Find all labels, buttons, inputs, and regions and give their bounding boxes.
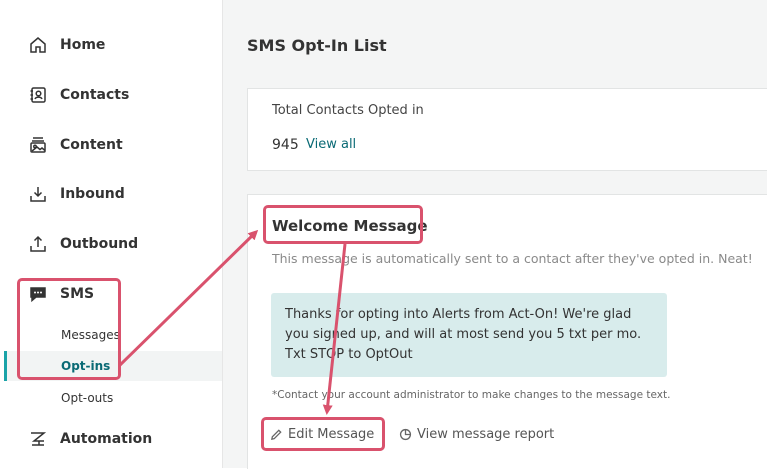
sms-subitem-messages[interactable]: Messages bbox=[4, 320, 222, 350]
content-icon bbox=[30, 137, 46, 153]
main-panel: SMS Opt-In List Total Contacts Opted in … bbox=[223, 0, 767, 469]
view-all-link[interactable]: View all bbox=[306, 137, 356, 152]
total-opted-in-label: Total Contacts Opted in bbox=[272, 103, 424, 118]
nav-automation[interactable]: Automation bbox=[28, 429, 152, 449]
home-icon bbox=[30, 37, 46, 53]
nav-home[interactable]: Home bbox=[28, 35, 105, 55]
welcome-message-card: Welcome Message This message is automati… bbox=[247, 194, 767, 469]
pencil-icon bbox=[271, 429, 282, 440]
automation-icon bbox=[31, 432, 47, 446]
nav-contacts[interactable]: Contacts bbox=[28, 85, 129, 105]
page-title: SMS Opt-In List bbox=[247, 36, 387, 55]
admin-note: *Contact your account administrator to m… bbox=[272, 389, 671, 401]
nav-sms-label: SMS bbox=[60, 286, 95, 302]
sms-icon bbox=[30, 287, 46, 303]
sms-subitem-opt-outs[interactable]: Opt-outs bbox=[4, 383, 222, 413]
nav-automation-label: Automation bbox=[60, 431, 153, 447]
sms-subitem-opt-ins[interactable]: Opt-ins bbox=[4, 351, 222, 381]
nav-sms[interactable]: SMS bbox=[28, 284, 94, 304]
pie-chart-icon bbox=[399, 428, 412, 441]
view-message-report-link[interactable]: View message report bbox=[399, 427, 554, 442]
nav-content-label: Content bbox=[60, 137, 123, 153]
sms-subitem-opt-ins-label: Opt-ins bbox=[61, 359, 111, 373]
sms-subitem-messages-label: Messages bbox=[61, 328, 120, 342]
sidebar: Home Contacts Content Inbound Outbound S… bbox=[0, 0, 223, 468]
message-line: you signed up, and will at most send you… bbox=[285, 327, 642, 342]
nav-outbound[interactable]: Outbound bbox=[28, 234, 138, 254]
welcome-message-text: Thanks for opting into Alerts from Act-O… bbox=[271, 293, 667, 377]
inbound-icon bbox=[30, 187, 46, 202]
nav-contacts-label: Contacts bbox=[60, 87, 130, 103]
nav-home-label: Home bbox=[60, 37, 106, 53]
nav-content[interactable]: Content bbox=[28, 135, 123, 155]
nav-outbound-label: Outbound bbox=[60, 236, 139, 252]
nav-inbound-label: Inbound bbox=[60, 186, 125, 202]
view-message-report-label: View message report bbox=[417, 427, 555, 442]
outbound-icon bbox=[30, 235, 46, 252]
nav-inbound[interactable]: Inbound bbox=[28, 184, 125, 204]
total-opted-in-count: 945 bbox=[272, 137, 299, 153]
edit-message-label: Edit Message bbox=[288, 427, 375, 442]
summary-card: Total Contacts Opted in 945 View all bbox=[247, 88, 767, 171]
message-line: Txt STOP to OptOut bbox=[285, 347, 413, 362]
welcome-message-description: This message is automatically sent to a … bbox=[272, 251, 753, 266]
sms-subitem-opt-outs-label: Opt-outs bbox=[61, 391, 114, 405]
welcome-message-title: Welcome Message bbox=[272, 217, 428, 235]
contacts-icon bbox=[30, 87, 46, 103]
message-line: Thanks for opting into Alerts from Act-O… bbox=[285, 307, 632, 322]
edit-message-button[interactable]: Edit Message bbox=[270, 427, 374, 442]
